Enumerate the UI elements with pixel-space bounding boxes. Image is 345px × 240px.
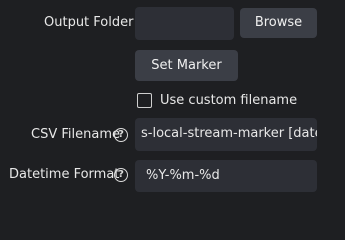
- output-folder-label: Output Folder: [44, 15, 134, 30]
- datetime-format-label: Datetime Format: [9, 167, 120, 182]
- question-circle-icon[interactable]: ?: [114, 168, 128, 182]
- csv-filename-input[interactable]: s-local-stream-marker [date]: [135, 118, 317, 151]
- csv-filename-value: s-local-stream-marker [date]: [141, 126, 317, 141]
- use-custom-filename-label[interactable]: Use custom filename: [160, 93, 297, 109]
- output-folder-field[interactable]: [135, 7, 234, 40]
- csv-filename-label: CSV Filename: [31, 127, 120, 142]
- settings-panel: Output Folder Browse Set Marker Use cust…: [0, 0, 345, 211]
- use-custom-filename-checkbox[interactable]: [137, 93, 152, 108]
- datetime-format-value: %Y-%m-%d: [146, 168, 220, 183]
- question-circle-icon[interactable]: ?: [114, 128, 128, 142]
- datetime-format-input[interactable]: %Y-%m-%d: [135, 160, 317, 192]
- browse-button[interactable]: Browse: [240, 8, 317, 38]
- set-marker-button[interactable]: Set Marker: [135, 50, 238, 81]
